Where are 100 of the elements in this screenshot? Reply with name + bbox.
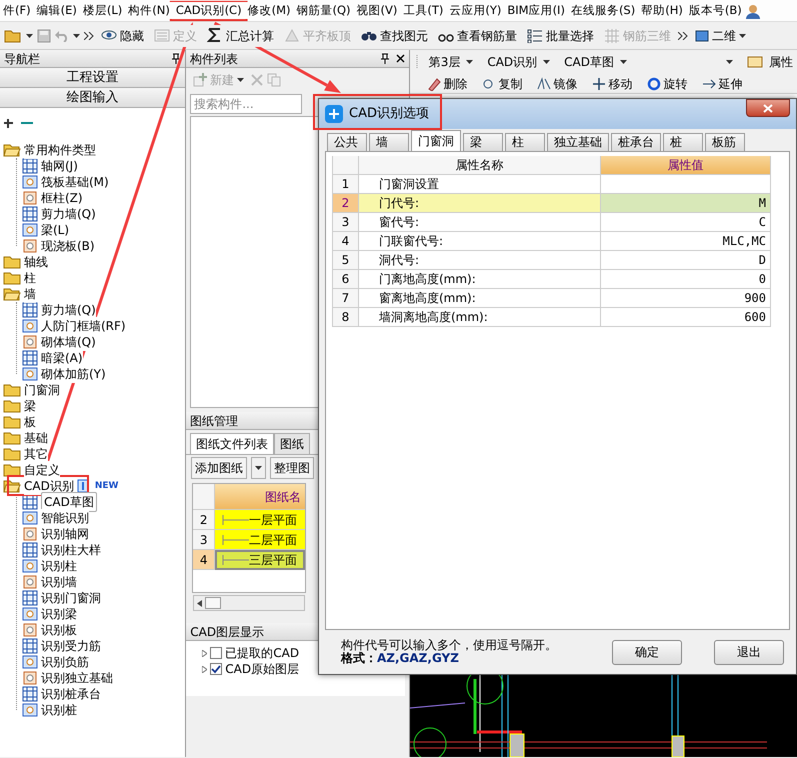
- toolbar-button[interactable]: 镜像: [534, 76, 581, 92]
- dropdown[interactable]: CAD识别: [483, 53, 554, 71]
- table-cell[interactable]: 900: [601, 289, 771, 308]
- toolbar-button[interactable]: 添加图纸: [191, 457, 248, 479]
- dropdown[interactable]: 第3层: [424, 53, 478, 71]
- search-field[interactable]: 搜索构件...: [190, 94, 302, 114]
- property-button[interactable]: 属性: [743, 53, 797, 71]
- table-cell[interactable]: 0: [601, 270, 771, 289]
- component-icon: [22, 542, 38, 558]
- table-cell[interactable]: MLC,MC: [601, 232, 771, 251]
- tree-item[interactable]: 识别独立基础: [41, 669, 113, 687]
- table-cell[interactable]: 门离地高度(mm):: [359, 270, 601, 289]
- folder-label[interactable]: 常用构件类型: [24, 141, 96, 159]
- scroll-left-icon[interactable]: [197, 600, 202, 606]
- folder-icon[interactable]: [3, 431, 21, 445]
- folder-icon[interactable]: [3, 271, 21, 285]
- table-cell[interactable]: M: [601, 194, 771, 213]
- table-cell[interactable]: 门联窗代号:: [359, 232, 601, 251]
- open-folder-icon[interactable]: [4, 28, 22, 44]
- panel-title: CAD图层显示: [190, 624, 266, 640]
- tree-item[interactable]: 剪力墙(Q): [41, 205, 96, 223]
- table-cell[interactable]: 一层平面: [215, 510, 306, 530]
- toolbar-button[interactable]: 移动: [588, 76, 636, 92]
- dialog-button[interactable]: 退出: [714, 640, 784, 664]
- folder-label[interactable]: 墙: [24, 285, 36, 303]
- horizontal-scrollbar[interactable]: [193, 595, 306, 611]
- toolbar-button[interactable]: 删除: [424, 76, 471, 92]
- toolbar-button[interactable]: 延伸: [698, 76, 746, 92]
- column-header: 属性值: [601, 156, 771, 175]
- tab[interactable]: 墙: [369, 133, 409, 151]
- scroll-thumb[interactable]: [205, 597, 222, 609]
- expander-icon[interactable]: [202, 650, 208, 656]
- tab[interactable]: 桩承台: [611, 133, 661, 151]
- folder-label[interactable]: 轴线: [24, 253, 48, 271]
- table-cell[interactable]: 门代号:: [359, 194, 601, 213]
- table-cell[interactable]: 墙洞离地高度(mm):: [359, 308, 601, 327]
- table-cell[interactable]: C: [601, 213, 771, 232]
- tree-item[interactable]: 筏板基础(M): [41, 173, 109, 191]
- property-icon: [747, 55, 763, 69]
- table-cell[interactable]: 窗离地高度(mm):: [359, 289, 601, 308]
- open-folder-icon[interactable]: [3, 287, 21, 301]
- collapse-all-icon[interactable]: [21, 120, 33, 126]
- tree-item[interactable]: 识别门窗洞: [41, 589, 101, 607]
- dropdown-button[interactable]: [251, 457, 266, 479]
- folder-icon[interactable]: [3, 447, 21, 461]
- tree-item[interactable]: 现浇板(B): [41, 237, 95, 255]
- tab[interactable]: 公共: [327, 133, 367, 151]
- tab[interactable]: 独立基础: [547, 133, 609, 151]
- toolbar-button[interactable]: 旋转: [644, 76, 691, 92]
- tab[interactable]: 桩: [663, 133, 703, 151]
- close-icon[interactable]: [396, 54, 405, 63]
- pin-icon[interactable]: [171, 53, 182, 64]
- folder-icon[interactable]: [3, 255, 21, 269]
- tree-item[interactable]: 识别桩承台: [41, 685, 101, 703]
- tree-item[interactable]: 砌体墙(Q): [41, 333, 96, 351]
- folder-icon[interactable]: [3, 463, 21, 477]
- checkbox[interactable]: [210, 647, 222, 659]
- tree-item[interactable]: 砌体加筋(Y): [41, 365, 106, 383]
- table-cell[interactable]: 洞代号:: [359, 251, 601, 270]
- tree-item[interactable]: 识别柱大样: [41, 541, 101, 559]
- open-folder-icon[interactable]: [3, 143, 21, 157]
- table-cell[interactable]: D: [601, 251, 771, 270]
- table-cell[interactable]: 窗代号:: [359, 213, 601, 232]
- checkbox[interactable]: [210, 663, 222, 675]
- menu-item[interactable]: 构件(N): [125, 2, 173, 20]
- component-icon: [22, 574, 38, 590]
- expand-all-icon[interactable]: [4, 118, 13, 128]
- toolbar-button[interactable]: 整理图: [270, 457, 314, 479]
- tab[interactable]: 梁: [463, 133, 503, 151]
- tree-item[interactable]: 识别受力筋: [41, 637, 101, 655]
- tree-item[interactable]: 识别桩: [41, 701, 77, 719]
- tab[interactable]: 板筋: [705, 133, 745, 151]
- component-icon: [22, 526, 38, 542]
- component-icon: [22, 590, 38, 606]
- section-button[interactable]: 工程设置: [0, 68, 186, 88]
- folder-icon[interactable]: [3, 415, 21, 429]
- tab[interactable]: 图纸: [274, 433, 310, 454]
- folder-icon[interactable]: [3, 383, 21, 397]
- section-button[interactable]: 绘图输入: [0, 88, 186, 108]
- table-cell[interactable]: 600: [601, 308, 771, 327]
- save-icon[interactable]: [37, 28, 51, 42]
- tree-item[interactable]: 人防门框墙(RF): [41, 317, 126, 335]
- tab[interactable]: 门窗洞: [411, 130, 461, 151]
- pin-icon[interactable]: [380, 53, 390, 64]
- dropdown[interactable]: CAD草图: [560, 53, 631, 71]
- dialog-button[interactable]: 确定: [612, 640, 682, 664]
- folder-icon[interactable]: [3, 399, 21, 413]
- tab[interactable]: 柱: [505, 133, 545, 151]
- tree-line-icon: [221, 534, 250, 544]
- component-icon: [22, 638, 38, 654]
- tab[interactable]: 图纸文件列表: [190, 433, 274, 454]
- toolbar-button[interactable]: 复制: [478, 76, 526, 92]
- table-cell[interactable]: 三层平面: [215, 550, 306, 570]
- folder-label[interactable]: 门窗洞: [24, 381, 60, 399]
- more-icon[interactable]: [678, 32, 688, 40]
- caret-icon: [543, 60, 550, 64]
- expander-icon[interactable]: [202, 666, 208, 672]
- close-button[interactable]: [746, 99, 790, 117]
- table-cell[interactable]: 二层平面: [215, 530, 306, 550]
- more-icon[interactable]: [84, 32, 94, 40]
